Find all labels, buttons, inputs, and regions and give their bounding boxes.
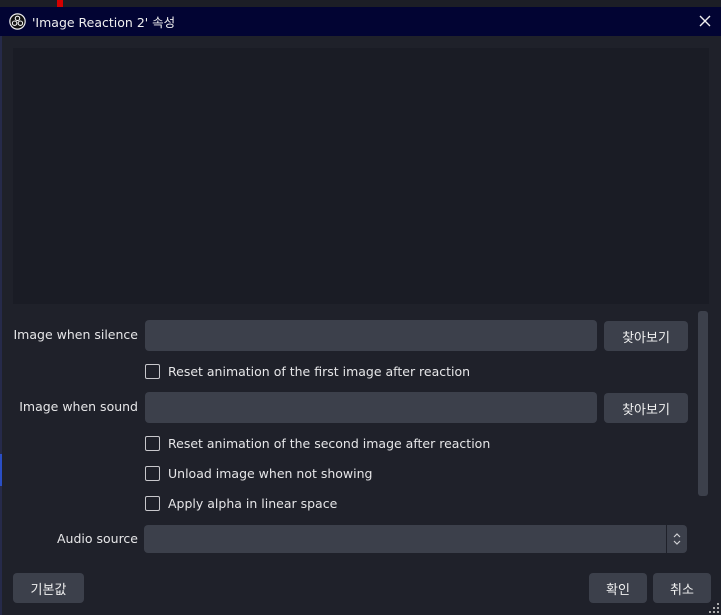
- unload-label: Unload image when not showing: [168, 466, 373, 481]
- linear-alpha-label: Apply alpha in linear space: [168, 496, 338, 511]
- reset-second-checkbox-row[interactable]: Reset animation of the second image afte…: [145, 436, 490, 451]
- reset-first-checkbox[interactable]: [145, 364, 160, 379]
- window-title: 'Image Reaction 2' 속성: [32, 15, 176, 30]
- linear-alpha-checkbox[interactable]: [145, 496, 160, 511]
- defaults-button[interactable]: 기본값: [13, 573, 84, 603]
- reset-second-label: Reset animation of the second image afte…: [168, 436, 491, 451]
- properties-scrollbar[interactable]: [698, 311, 708, 496]
- audio-source-label: Audio source: [56, 531, 138, 546]
- resize-grip-icon[interactable]: [709, 603, 719, 613]
- background-marker: [57, 0, 63, 7]
- window-edge: [0, 36, 2, 615]
- select-divider: [666, 525, 667, 553]
- image-sound-label: Image when sound: [19, 399, 138, 414]
- reset-second-checkbox[interactable]: [145, 436, 160, 451]
- reset-first-label: Reset animation of the first image after…: [168, 364, 471, 379]
- linear-alpha-checkbox-row[interactable]: Apply alpha in linear space: [145, 496, 337, 511]
- image-silence-label: Image when silence: [13, 327, 139, 342]
- edge-highlight: [0, 454, 2, 486]
- image-silence-path-input[interactable]: [145, 320, 597, 351]
- unload-checkbox-row[interactable]: Unload image when not showing: [145, 466, 372, 481]
- unload-checkbox[interactable]: [145, 466, 160, 481]
- ok-button[interactable]: 확인: [589, 573, 647, 603]
- close-button[interactable]: [695, 11, 715, 31]
- chevron-updown-icon: [673, 533, 681, 545]
- reset-first-checkbox-row[interactable]: Reset animation of the first image after…: [145, 364, 470, 379]
- image-silence-browse-button[interactable]: 찾아보기: [604, 321, 688, 351]
- obs-logo-icon: [9, 13, 26, 30]
- image-sound-path-input[interactable]: [145, 392, 597, 423]
- close-icon: [699, 15, 711, 27]
- audio-source-select[interactable]: [144, 525, 687, 553]
- source-preview: [13, 48, 709, 304]
- image-sound-browse-button[interactable]: 찾아보기: [604, 393, 688, 423]
- cancel-button[interactable]: 취소: [653, 573, 711, 603]
- background-window-strip: [0, 0, 721, 7]
- title-bar[interactable]: 'Image Reaction 2' 속성: [0, 7, 721, 36]
